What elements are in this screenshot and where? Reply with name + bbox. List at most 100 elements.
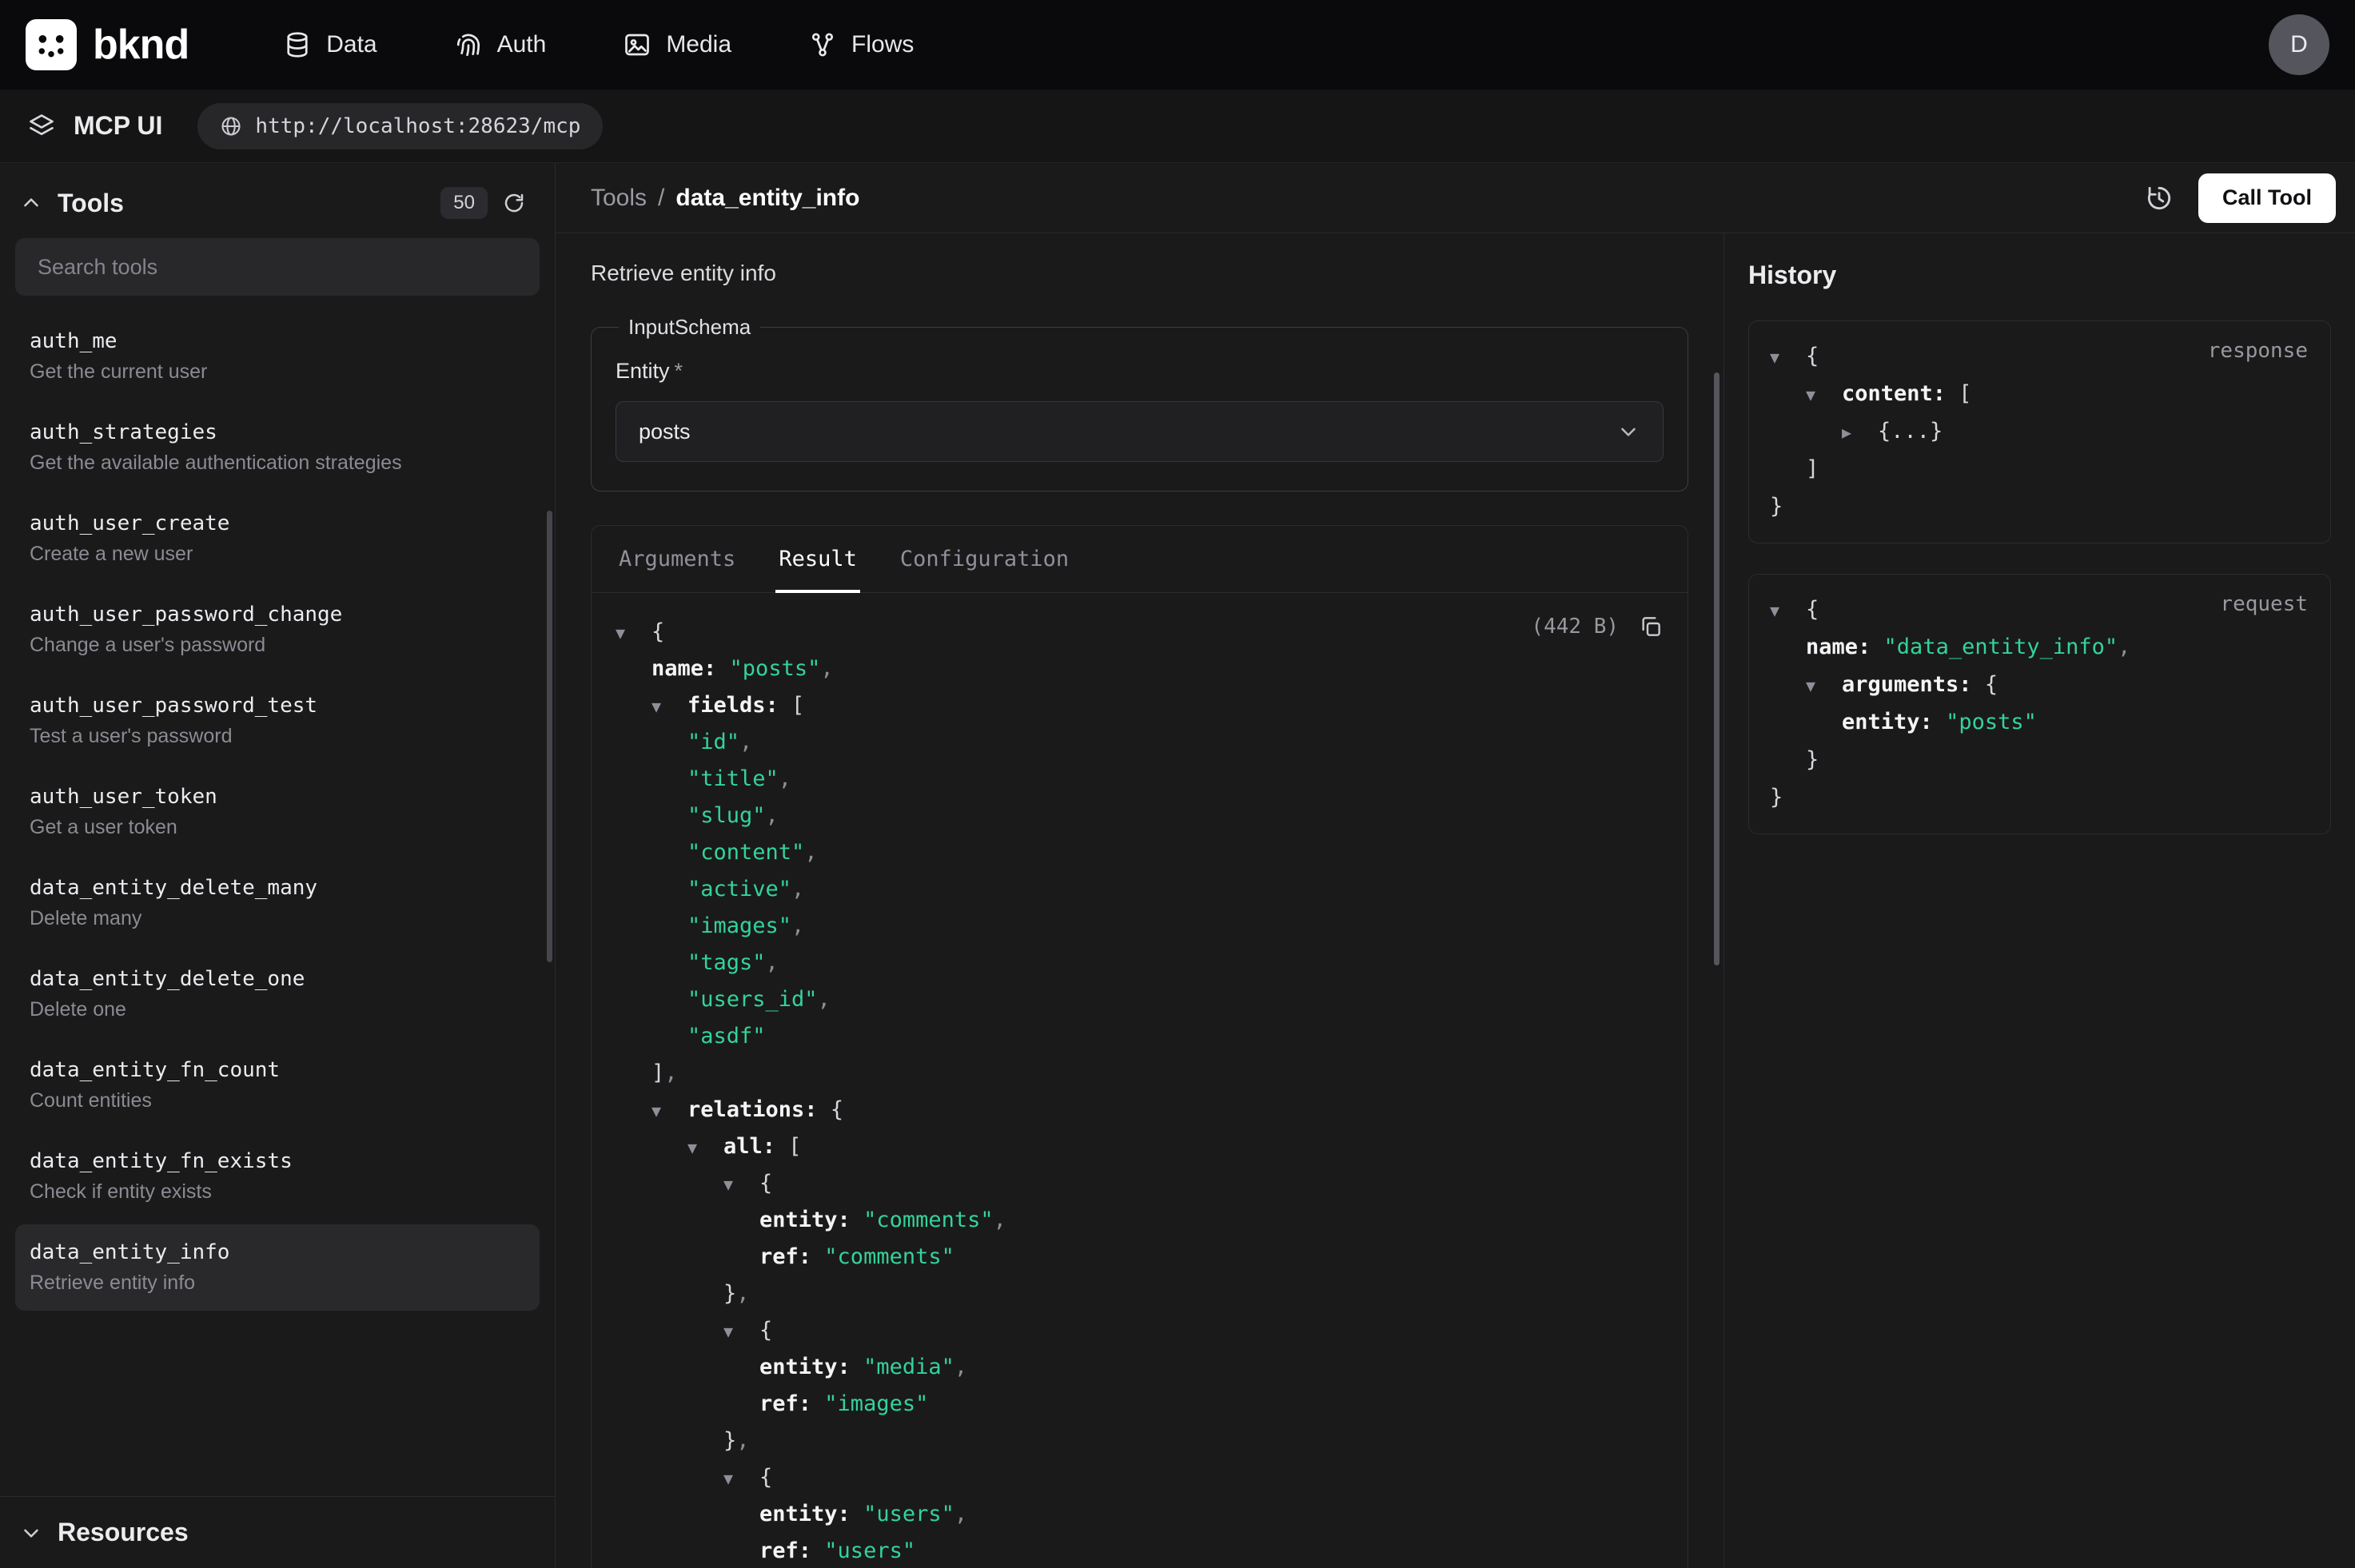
nav-item-auth[interactable]: Auth: [454, 30, 547, 59]
tab-result[interactable]: Result: [775, 526, 860, 592]
tab-arguments[interactable]: Arguments: [616, 526, 739, 592]
entity-field-label: Entity*: [616, 359, 1664, 384]
mcp-url: http://localhost:28623/mcp: [255, 114, 580, 138]
nav-item-label: Data: [326, 31, 377, 58]
caret-down-icon[interactable]: ▼: [723, 1313, 759, 1350]
workflow-icon: [808, 30, 837, 59]
json-line: entity: "users",: [616, 1496, 1664, 1533]
breadcrumb-separator: /: [658, 185, 664, 212]
tools-panel-header[interactable]: Tools 50: [0, 163, 555, 233]
breadcrumb-root[interactable]: Tools: [591, 185, 647, 212]
caret-down-icon[interactable]: ▼: [1806, 667, 1842, 705]
tool-list-item[interactable]: data_entity_info Retrieve entity info: [15, 1224, 540, 1311]
result-json-viewer: (442 B) ▼{name: "posts",▼fields: ["id","…: [592, 593, 1688, 1568]
call-tool-button[interactable]: Call Tool: [2198, 173, 2336, 223]
tool-description: Create a new user: [30, 543, 525, 566]
chevron-down-icon[interactable]: [19, 1521, 43, 1545]
brand[interactable]: bknd: [26, 19, 189, 70]
primary-nav: Data Auth Media Flows: [283, 30, 914, 59]
sidebar-scrollbar[interactable]: [547, 511, 552, 962]
input-schema-fieldset: InputSchema Entity* posts: [591, 315, 1688, 491]
caret-down-icon[interactable]: ▼: [652, 688, 687, 725]
tool-description: Test a user's password: [30, 725, 525, 748]
brand-name: bknd: [93, 21, 189, 69]
json-line: "id",: [616, 724, 1664, 761]
tool-name: auth_user_password_test: [30, 694, 525, 718]
json-line: }: [1770, 488, 2309, 525]
caret-down-icon[interactable]: ▼: [1770, 339, 1806, 376]
history-icon: [2144, 183, 2174, 213]
nav-item-label: Auth: [497, 31, 547, 58]
tool-list-item[interactable]: data_entity_delete_one Delete one: [15, 951, 540, 1037]
json-line: "slug",: [616, 798, 1664, 834]
chevron-down-icon: [1616, 420, 1640, 444]
search-tools-input[interactable]: [15, 238, 540, 296]
nav-item-media[interactable]: Media: [623, 30, 731, 59]
user-avatar[interactable]: D: [2269, 14, 2329, 75]
mcp-url-pill[interactable]: http://localhost:28623/mcp: [197, 103, 603, 149]
tool-name: data_entity_info: [30, 1240, 525, 1264]
tool-list: auth_me Get the current user auth_strate…: [0, 308, 555, 1496]
tool-list-item[interactable]: auth_user_token Get a user token: [15, 769, 540, 855]
json-line: "active",: [616, 871, 1664, 908]
json-line: ▼all: [: [616, 1128, 1664, 1165]
input-schema-legend: InputSchema: [619, 315, 760, 340]
json-line: ▶{...}: [1770, 412, 2309, 450]
nav-item-data[interactable]: Data: [283, 30, 377, 59]
nav-item-flows[interactable]: Flows: [808, 30, 914, 59]
copy-button[interactable]: [1638, 614, 1664, 639]
json-line: name: "data_entity_info",: [1770, 628, 2309, 666]
json-line: ▼{: [616, 614, 1664, 651]
refresh-icon[interactable]: [502, 191, 526, 215]
page-title: data_entity_info: [675, 185, 859, 212]
mcp-title: MCP UI: [74, 111, 162, 141]
history-button[interactable]: [2144, 183, 2174, 213]
history-card[interactable]: request ▼{name: "data_entity_info",▼argu…: [1748, 574, 2331, 834]
caret-down-icon[interactable]: ▼: [723, 1460, 759, 1497]
tool-description: Retrieve entity info: [30, 1272, 525, 1295]
json-line: ref: "images": [616, 1386, 1664, 1423]
caret-down-icon[interactable]: ▼: [1770, 592, 1806, 630]
json-line: entity: "comments",: [616, 1202, 1664, 1239]
caret-down-icon[interactable]: ▼: [616, 615, 652, 651]
tool-list-item[interactable]: auth_strategies Get the available authen…: [15, 404, 540, 491]
json-line: "content",: [616, 834, 1664, 871]
main-header: Tools / data_entity_info Call Tool: [556, 163, 2355, 233]
tool-list-item[interactable]: auth_user_password_test Test a user's pa…: [15, 678, 540, 764]
caret-down-icon[interactable]: ▼: [652, 1092, 687, 1129]
main-scrollbar[interactable]: [1714, 372, 1719, 965]
resources-panel-header[interactable]: Resources: [0, 1496, 555, 1568]
caret-down-icon[interactable]: ▼: [1806, 376, 1842, 414]
database-icon: [283, 30, 312, 59]
tool-name: auth_user_password_change: [30, 603, 525, 627]
tool-list-item[interactable]: data_entity_delete_many Delete many: [15, 860, 540, 946]
tool-detail-panel: Retrieve entity info InputSchema Entity*…: [556, 233, 1723, 1568]
tool-list-item[interactable]: auth_me Get the current user: [15, 313, 540, 400]
tool-name: auth_user_create: [30, 511, 525, 535]
json-line: "images",: [616, 908, 1664, 945]
tool-name: auth_me: [30, 329, 525, 353]
json-line: ▼{: [616, 1165, 1664, 1202]
json-line: ]: [1770, 450, 2309, 488]
caret-down-icon[interactable]: ▼: [687, 1129, 723, 1166]
json-line: ref: "users": [616, 1533, 1664, 1568]
tool-list-item[interactable]: auth_user_create Create a new user: [15, 495, 540, 582]
tool-name: auth_user_token: [30, 785, 525, 809]
caret-down-icon[interactable]: ▼: [723, 1166, 759, 1203]
tool-description: Count entities: [30, 1089, 525, 1112]
breadcrumb: Tools / data_entity_info: [591, 185, 859, 212]
caret-right-icon[interactable]: ▶: [1842, 414, 1878, 452]
tool-list-item[interactable]: data_entity_fn_exists Check if entity ex…: [15, 1133, 540, 1220]
fingerprint-icon: [454, 30, 483, 59]
tool-list-item[interactable]: auth_user_password_change Change a user'…: [15, 587, 540, 673]
tool-description: Change a user's password: [30, 634, 525, 657]
history-card-json: ▼{▼content: [▶{...}]}: [1770, 337, 2309, 525]
json-line: }: [1770, 741, 2309, 778]
entity-select[interactable]: posts: [616, 401, 1664, 462]
json-line: ▼{: [616, 1312, 1664, 1349]
history-card[interactable]: response ▼{▼content: [▶{...}]}: [1748, 320, 2331, 543]
tool-list-item[interactable]: data_entity_fn_count Count entities: [15, 1042, 540, 1128]
json-line: entity: "posts": [1770, 703, 2309, 741]
tab-configuration[interactable]: Configuration: [897, 526, 1072, 592]
chevron-up-icon[interactable]: [19, 191, 43, 215]
